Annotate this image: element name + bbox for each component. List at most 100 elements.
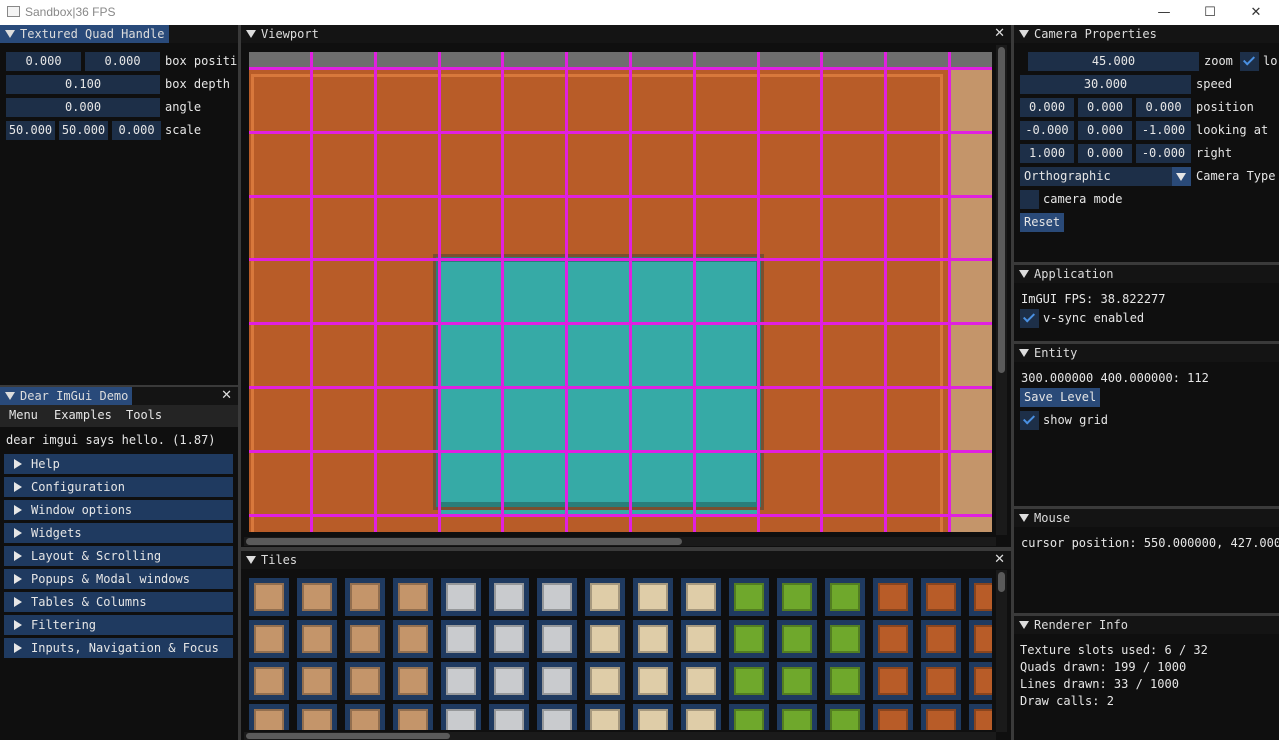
scale-z-field[interactable]: 0.000 xyxy=(112,121,161,140)
show-grid-checkbox[interactable] xyxy=(1020,411,1039,430)
palette-tile-green[interactable] xyxy=(777,578,817,616)
quad-handle-title-bar[interactable]: Textured Quad Handle xyxy=(0,25,238,43)
zoom-field[interactable]: 45.000 xyxy=(1028,52,1199,71)
header-help[interactable]: Help xyxy=(4,454,233,474)
palette-tile-sand[interactable] xyxy=(297,662,337,700)
palette-tile-sand[interactable] xyxy=(393,620,433,658)
close-icon[interactable]: ✕ xyxy=(994,551,1005,569)
viewport-h-scrollbar[interactable] xyxy=(244,537,996,546)
palette-tile-grey[interactable] xyxy=(489,620,529,658)
palette-tile-sand[interactable] xyxy=(393,578,433,616)
palette-tile-grey[interactable] xyxy=(441,662,481,700)
box-position-y-field[interactable]: 0.000 xyxy=(85,52,160,71)
entity-title-bar[interactable]: Entity xyxy=(1014,344,1279,362)
palette-tile-cream[interactable] xyxy=(681,620,721,658)
save-level-button[interactable]: Save Level xyxy=(1020,388,1101,407)
palette-tile-orange[interactable] xyxy=(969,578,992,616)
palette-tile-grey[interactable] xyxy=(489,704,529,730)
palette-tile-green[interactable] xyxy=(777,662,817,700)
vsync-checkbox[interactable] xyxy=(1020,309,1039,328)
tiles-v-scrollbar[interactable] xyxy=(996,570,1007,732)
palette-tile-cream[interactable] xyxy=(681,578,721,616)
palette-tile-green[interactable] xyxy=(777,620,817,658)
palette-tile-grey[interactable] xyxy=(441,620,481,658)
tile-cell-sand[interactable] xyxy=(950,514,992,532)
palette-tile-green[interactable] xyxy=(825,662,865,700)
palette-tile-cream[interactable] xyxy=(585,662,625,700)
palette-tile-sand[interactable] xyxy=(297,620,337,658)
reset-button[interactable]: Reset xyxy=(1020,213,1065,232)
tile-cell-sand[interactable] xyxy=(950,259,992,325)
palette-tile-orange[interactable] xyxy=(873,578,913,616)
close-icon[interactable]: ✕ xyxy=(221,387,232,405)
palette-tile-sand[interactable] xyxy=(345,578,385,616)
box-depth-field[interactable]: 0.100 xyxy=(6,75,160,94)
palette-tile-grey[interactable] xyxy=(537,662,577,700)
palette-tile-cream[interactable] xyxy=(633,578,673,616)
palette-tile-orange[interactable] xyxy=(921,620,961,658)
collapse-triangle-icon[interactable] xyxy=(1019,270,1029,278)
palette-tile-orange[interactable] xyxy=(969,620,992,658)
imgui-demo-title-bar[interactable]: Dear ImGui Demo ✕ xyxy=(0,387,238,405)
viewport-v-scrollbar[interactable] xyxy=(996,45,1007,535)
menu-menu[interactable]: Menu xyxy=(9,408,38,422)
header-widgets[interactable]: Widgets xyxy=(4,523,233,543)
palette-tile-green[interactable] xyxy=(825,578,865,616)
collapse-triangle-icon[interactable] xyxy=(5,392,15,400)
right-z-field[interactable]: -0.000 xyxy=(1136,144,1191,163)
palette-tile-sand[interactable] xyxy=(393,662,433,700)
collapse-triangle-icon[interactable] xyxy=(1019,349,1029,357)
palette-tile-orange[interactable] xyxy=(873,704,913,730)
palette-tile-orange[interactable] xyxy=(969,662,992,700)
palette-tile-grey[interactable] xyxy=(489,662,529,700)
header-layout-scrolling[interactable]: Layout & Scrolling xyxy=(4,546,233,566)
palette-tile-orange[interactable] xyxy=(873,620,913,658)
tiles-h-scroll-thumb[interactable] xyxy=(246,733,450,739)
palette-tile-cream[interactable] xyxy=(633,662,673,700)
palette-tile-orange[interactable] xyxy=(873,662,913,700)
viewport-title-bar[interactable]: Viewport ✕ xyxy=(241,25,1011,43)
palette-tile-cream[interactable] xyxy=(585,578,625,616)
palette-tile-orange[interactable] xyxy=(969,704,992,730)
position-z-field[interactable]: 0.000 xyxy=(1136,98,1191,117)
tile-cell-sand[interactable] xyxy=(950,450,992,516)
palette-tile-grey[interactable] xyxy=(441,704,481,730)
looking-at-z-field[interactable]: -1.000 xyxy=(1136,121,1191,140)
palette-tile-sand[interactable] xyxy=(297,578,337,616)
close-window-button[interactable]: ✕ xyxy=(1233,0,1279,25)
palette-tile-green[interactable] xyxy=(729,704,769,730)
palette-tile-sand[interactable] xyxy=(297,704,337,730)
position-y-field[interactable]: 0.000 xyxy=(1078,98,1132,117)
palette-tile-cream[interactable] xyxy=(681,662,721,700)
palette-tile-grey[interactable] xyxy=(537,578,577,616)
application-title-bar[interactable]: Application xyxy=(1014,265,1279,283)
tiles-v-scroll-thumb[interactable] xyxy=(998,572,1005,592)
position-x-field[interactable]: 0.000 xyxy=(1020,98,1074,117)
palette-tile-cream[interactable] xyxy=(633,704,673,730)
palette-tile-grey[interactable] xyxy=(441,578,481,616)
collapse-triangle-icon[interactable] xyxy=(1019,514,1029,522)
palette-tile-green[interactable] xyxy=(729,662,769,700)
header-popups-modal[interactable]: Popups & Modal windows xyxy=(4,569,233,589)
palette-tile-green[interactable] xyxy=(729,578,769,616)
palette-tile-green[interactable] xyxy=(825,620,865,658)
header-filtering[interactable]: Filtering xyxy=(4,615,233,635)
palette-tile-grey[interactable] xyxy=(537,620,577,658)
palette-tile-sand[interactable] xyxy=(249,704,289,730)
viewport-canvas[interactable] xyxy=(249,52,992,532)
palette-tile-green[interactable] xyxy=(825,704,865,730)
palette-tile-green[interactable] xyxy=(729,620,769,658)
palette-tile-cream[interactable] xyxy=(681,704,721,730)
viewport-h-scroll-thumb[interactable] xyxy=(246,538,682,545)
minimize-button[interactable]: — xyxy=(1141,0,1187,25)
scale-y-field[interactable]: 50.000 xyxy=(59,121,108,140)
palette-tile-sand[interactable] xyxy=(345,662,385,700)
collapse-triangle-icon[interactable] xyxy=(246,30,256,38)
palette-tile-grey[interactable] xyxy=(489,578,529,616)
collapse-triangle-icon[interactable] xyxy=(1019,30,1029,38)
palette-tile-sand[interactable] xyxy=(393,704,433,730)
palette-tile-grey[interactable] xyxy=(537,704,577,730)
tiles-title-bar[interactable]: Tiles ✕ xyxy=(241,551,1011,569)
close-icon[interactable]: ✕ xyxy=(994,25,1005,43)
angle-field[interactable]: 0.000 xyxy=(6,98,160,117)
